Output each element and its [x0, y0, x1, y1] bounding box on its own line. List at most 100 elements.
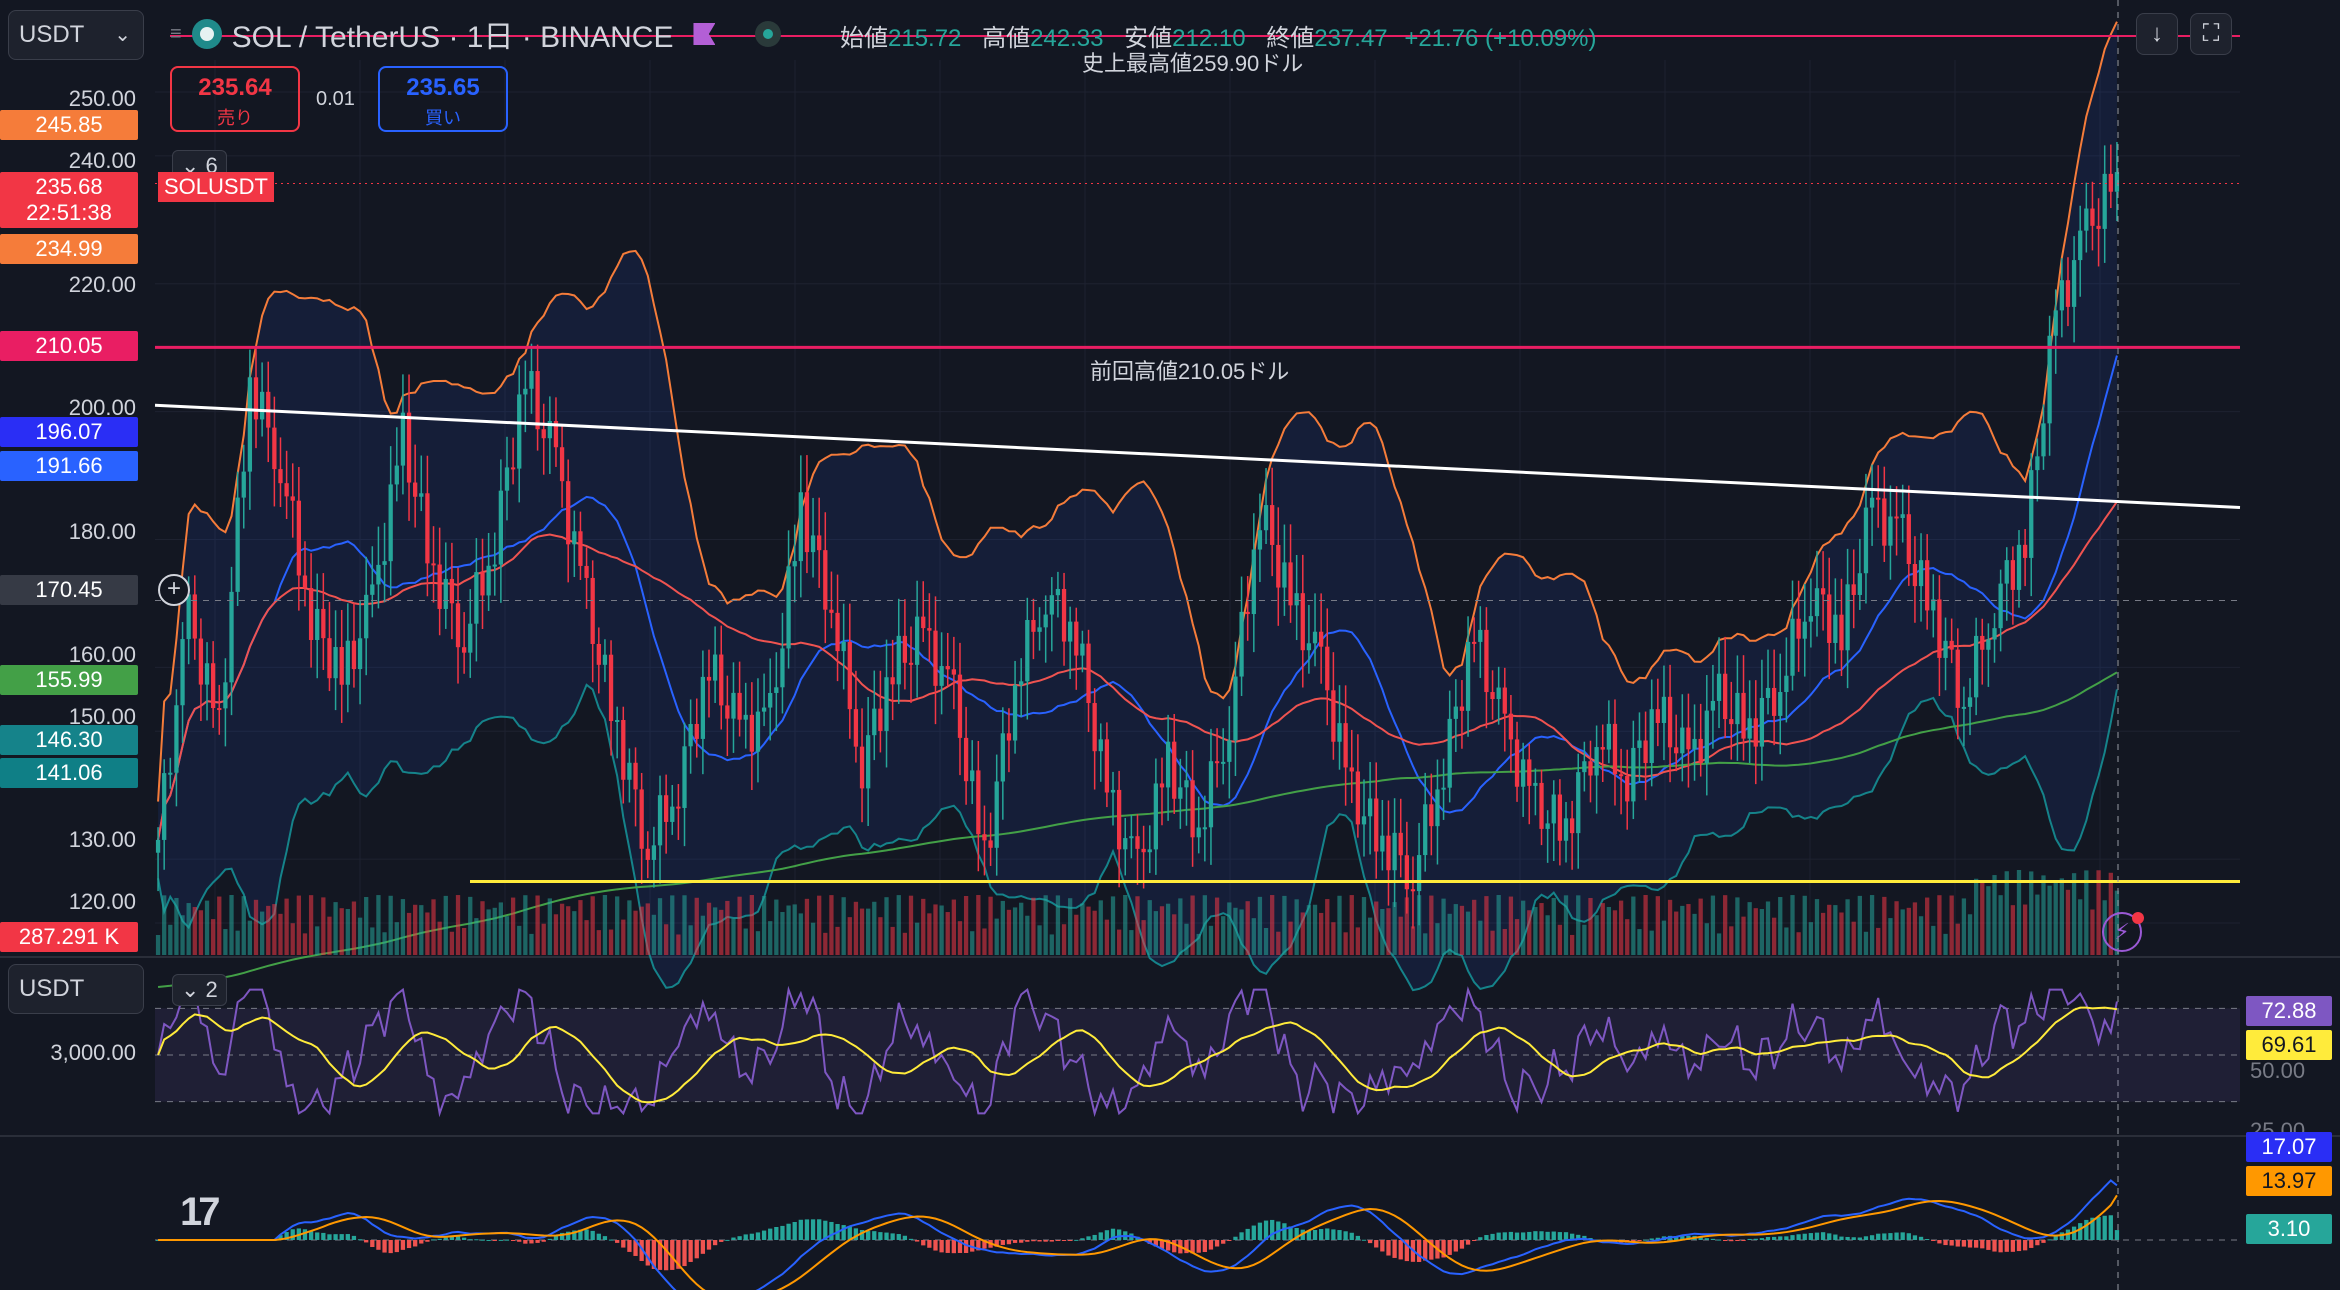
volume-bar [290, 923, 295, 955]
candle-body [443, 578, 448, 609]
volume-bar [1208, 925, 1214, 955]
volume-bar [1637, 929, 1642, 955]
volume-bar [1643, 895, 1648, 955]
symbol-bar[interactable]: ≡ SOL / TetherUS · 1日 · BINANCE [170, 14, 782, 54]
volume-bar [719, 909, 724, 955]
macd-histogram-bar [1239, 1232, 1244, 1240]
rsi-currency-select[interactable]: USDT [8, 964, 144, 1014]
candle-body [1820, 588, 1826, 595]
volume-bar [651, 914, 657, 955]
macd-histogram-bar [339, 1234, 344, 1240]
candle-body [1888, 516, 1893, 546]
macd-histogram-bar [1245, 1228, 1250, 1240]
candle-body [1092, 703, 1097, 752]
macd-histogram-bar [2041, 1240, 2046, 1243]
candle-body [1925, 560, 1930, 611]
macd-histogram-bar [1019, 1240, 1024, 1243]
volume-bar [1000, 900, 1005, 955]
volume-bar [774, 899, 779, 955]
open-label: 始値 [840, 25, 888, 52]
candle-body [1165, 741, 1171, 788]
candle-body [706, 676, 712, 681]
candle-body [468, 623, 473, 653]
candle-body [1374, 798, 1379, 852]
volume-bar [921, 898, 926, 955]
candle-body [1153, 783, 1159, 850]
volume-bar [700, 915, 706, 955]
volume-bar [1661, 920, 1667, 955]
candle-body [823, 550, 828, 610]
volume-bar [1392, 902, 1397, 955]
candle-body [1110, 789, 1116, 793]
candle-body [1686, 727, 1691, 750]
buy-button[interactable]: 235.65 買い [378, 66, 508, 132]
volume-bar [590, 896, 595, 955]
candle-body [1361, 816, 1367, 825]
macd-histogram-bar [1282, 1223, 1287, 1240]
candle-body [792, 561, 797, 567]
macd-histogram-bar [2084, 1219, 2089, 1240]
market-status-icon[interactable] [755, 21, 782, 47]
volume-bar [1784, 927, 1789, 955]
volume-bar [1484, 896, 1489, 955]
flag-icon[interactable] [693, 23, 716, 45]
macd-histogram-bar [1857, 1237, 1862, 1240]
candle-body [1741, 692, 1746, 739]
chart-canvas[interactable] [0, 0, 2340, 1290]
macd-histogram-bar [406, 1240, 412, 1249]
sell-button[interactable]: 235.64 売り [170, 66, 300, 132]
macd-histogram-bar [431, 1239, 436, 1241]
volume-bar [419, 905, 424, 955]
volume-bar [192, 907, 197, 955]
macd-histogram-bar [1925, 1239, 1930, 1241]
volume-bar [204, 900, 210, 955]
symbol-title: SOL / TetherUS · 1日 · BINANCE [231, 21, 674, 54]
volume-bar [1618, 900, 1624, 955]
macd-histogram-bar [382, 1240, 387, 1253]
volume-bar [1594, 915, 1599, 955]
macd-histogram-bar [1863, 1236, 1869, 1240]
download-arrow-icon[interactable]: ↓ [2136, 13, 2178, 55]
macd-histogram-bar [1551, 1231, 1556, 1240]
volume-bar [553, 914, 559, 955]
candle-body [492, 564, 497, 567]
volume-bar [1227, 902, 1232, 955]
candle-body [1857, 573, 1862, 595]
macd-histogram-bar [1270, 1219, 1275, 1240]
volume-bar [394, 922, 399, 955]
candle-body [1790, 618, 1795, 676]
candle-body [1704, 710, 1709, 764]
volume-bar [1012, 907, 1018, 955]
candle-body [327, 638, 332, 679]
volume-bar [939, 905, 944, 955]
volume-bar [2084, 870, 2089, 955]
macd-histogram-bar [1416, 1240, 1422, 1262]
currency-select[interactable]: USDT ⌄ [8, 10, 144, 60]
volume-bar [1876, 927, 1881, 955]
macd-histogram-bar [731, 1237, 736, 1240]
volume-bar [1563, 895, 1569, 955]
volume-bar [933, 904, 938, 955]
volume-bar [1931, 925, 1936, 955]
volume-bar [780, 912, 785, 955]
volume-bar [1747, 902, 1752, 955]
candle-body [2035, 456, 2040, 471]
volume-bar [657, 898, 663, 955]
macd-histogram-bar [425, 1240, 430, 1242]
candle-body [1147, 849, 1152, 853]
candle-body [866, 735, 871, 789]
volume-bar [1949, 895, 1954, 955]
candle-body [1349, 767, 1354, 772]
fullscreen-icon[interactable]: ⛶ [2190, 13, 2232, 55]
volume-bar [2078, 899, 2083, 955]
volume-bar [1925, 897, 1930, 955]
volume-bar [284, 898, 289, 955]
candle-body [1441, 787, 1446, 790]
rsi-collapse-button[interactable]: ⌄ 2 [172, 974, 227, 1006]
candle-body [376, 564, 381, 585]
macd-histogram-bar [2078, 1223, 2083, 1240]
add-alert-plus-icon[interactable]: + [158, 574, 190, 606]
macd-histogram-bar [1227, 1240, 1232, 1241]
axis-tick: 220.00 [68, 272, 136, 297]
volume-bar [308, 895, 314, 955]
